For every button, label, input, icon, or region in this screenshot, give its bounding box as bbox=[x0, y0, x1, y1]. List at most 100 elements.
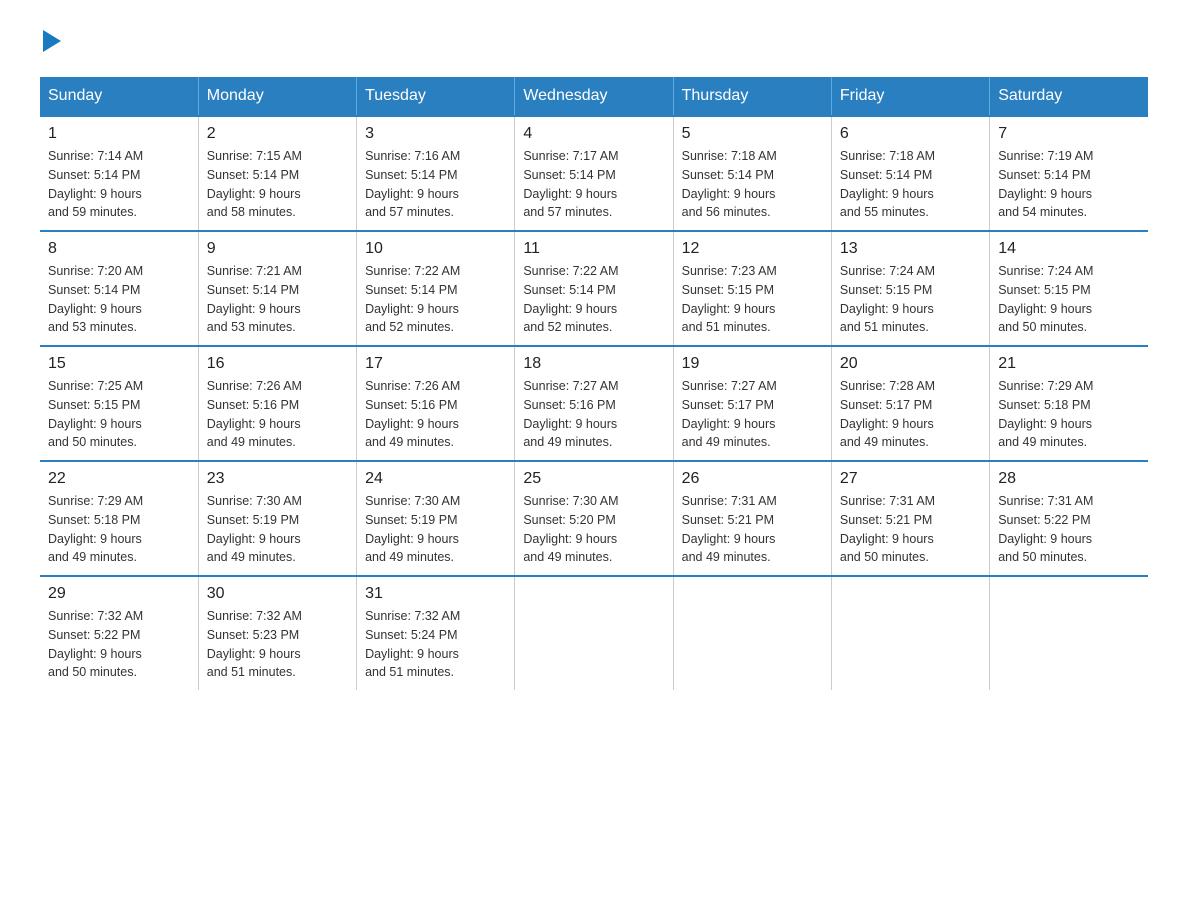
week-row-1: 1 Sunrise: 7:14 AM Sunset: 5:14 PM Dayli… bbox=[40, 116, 1148, 231]
day-cell: 5 Sunrise: 7:18 AM Sunset: 5:14 PM Dayli… bbox=[673, 116, 831, 231]
header-cell-monday: Monday bbox=[198, 77, 356, 116]
day-number: 20 bbox=[840, 355, 981, 373]
header-cell-sunday: Sunday bbox=[40, 77, 198, 116]
week-row-4: 22 Sunrise: 7:29 AM Sunset: 5:18 PM Dayl… bbox=[40, 461, 1148, 576]
day-number: 1 bbox=[48, 125, 190, 143]
header-row: SundayMondayTuesdayWednesdayThursdayFrid… bbox=[40, 77, 1148, 116]
day-info: Sunrise: 7:18 AM Sunset: 5:14 PM Dayligh… bbox=[840, 147, 981, 222]
day-number: 6 bbox=[840, 125, 981, 143]
week-row-2: 8 Sunrise: 7:20 AM Sunset: 5:14 PM Dayli… bbox=[40, 231, 1148, 346]
day-info: Sunrise: 7:27 AM Sunset: 5:17 PM Dayligh… bbox=[682, 377, 823, 452]
logo-triangle-icon bbox=[43, 30, 61, 52]
header-cell-thursday: Thursday bbox=[673, 77, 831, 116]
day-number: 12 bbox=[682, 240, 823, 258]
day-info: Sunrise: 7:31 AM Sunset: 5:22 PM Dayligh… bbox=[998, 492, 1140, 567]
day-info: Sunrise: 7:15 AM Sunset: 5:14 PM Dayligh… bbox=[207, 147, 348, 222]
day-cell: 14 Sunrise: 7:24 AM Sunset: 5:15 PM Dayl… bbox=[990, 231, 1148, 346]
day-cell: 28 Sunrise: 7:31 AM Sunset: 5:22 PM Dayl… bbox=[990, 461, 1148, 576]
day-cell: 30 Sunrise: 7:32 AM Sunset: 5:23 PM Dayl… bbox=[198, 576, 356, 690]
day-cell: 15 Sunrise: 7:25 AM Sunset: 5:15 PM Dayl… bbox=[40, 346, 198, 461]
day-info: Sunrise: 7:29 AM Sunset: 5:18 PM Dayligh… bbox=[998, 377, 1140, 452]
day-number: 31 bbox=[365, 585, 506, 603]
day-cell bbox=[831, 576, 989, 690]
day-info: Sunrise: 7:23 AM Sunset: 5:15 PM Dayligh… bbox=[682, 262, 823, 337]
week-row-5: 29 Sunrise: 7:32 AM Sunset: 5:22 PM Dayl… bbox=[40, 576, 1148, 690]
day-cell: 1 Sunrise: 7:14 AM Sunset: 5:14 PM Dayli… bbox=[40, 116, 198, 231]
day-number: 5 bbox=[682, 125, 823, 143]
day-info: Sunrise: 7:26 AM Sunset: 5:16 PM Dayligh… bbox=[207, 377, 348, 452]
day-info: Sunrise: 7:31 AM Sunset: 5:21 PM Dayligh… bbox=[840, 492, 981, 567]
day-number: 3 bbox=[365, 125, 506, 143]
day-cell: 13 Sunrise: 7:24 AM Sunset: 5:15 PM Dayl… bbox=[831, 231, 989, 346]
week-row-3: 15 Sunrise: 7:25 AM Sunset: 5:15 PM Dayl… bbox=[40, 346, 1148, 461]
calendar-table: SundayMondayTuesdayWednesdayThursdayFrid… bbox=[40, 77, 1148, 690]
day-info: Sunrise: 7:32 AM Sunset: 5:22 PM Dayligh… bbox=[48, 607, 190, 682]
day-cell: 4 Sunrise: 7:17 AM Sunset: 5:14 PM Dayli… bbox=[515, 116, 673, 231]
day-cell: 31 Sunrise: 7:32 AM Sunset: 5:24 PM Dayl… bbox=[357, 576, 515, 690]
day-info: Sunrise: 7:27 AM Sunset: 5:16 PM Dayligh… bbox=[523, 377, 664, 452]
day-info: Sunrise: 7:32 AM Sunset: 5:24 PM Dayligh… bbox=[365, 607, 506, 682]
day-number: 29 bbox=[48, 585, 190, 603]
day-info: Sunrise: 7:24 AM Sunset: 5:15 PM Dayligh… bbox=[998, 262, 1140, 337]
day-number: 15 bbox=[48, 355, 190, 373]
day-cell: 3 Sunrise: 7:16 AM Sunset: 5:14 PM Dayli… bbox=[357, 116, 515, 231]
logo bbox=[40, 30, 61, 57]
header-cell-wednesday: Wednesday bbox=[515, 77, 673, 116]
day-info: Sunrise: 7:20 AM Sunset: 5:14 PM Dayligh… bbox=[48, 262, 190, 337]
day-cell: 8 Sunrise: 7:20 AM Sunset: 5:14 PM Dayli… bbox=[40, 231, 198, 346]
day-cell: 18 Sunrise: 7:27 AM Sunset: 5:16 PM Dayl… bbox=[515, 346, 673, 461]
day-cell: 29 Sunrise: 7:32 AM Sunset: 5:22 PM Dayl… bbox=[40, 576, 198, 690]
page-header bbox=[40, 30, 1148, 57]
day-cell: 6 Sunrise: 7:18 AM Sunset: 5:14 PM Dayli… bbox=[831, 116, 989, 231]
day-number: 2 bbox=[207, 125, 348, 143]
day-cell: 16 Sunrise: 7:26 AM Sunset: 5:16 PM Dayl… bbox=[198, 346, 356, 461]
day-cell bbox=[673, 576, 831, 690]
day-number: 10 bbox=[365, 240, 506, 258]
day-cell bbox=[990, 576, 1148, 690]
day-number: 24 bbox=[365, 470, 506, 488]
day-number: 26 bbox=[682, 470, 823, 488]
day-info: Sunrise: 7:30 AM Sunset: 5:20 PM Dayligh… bbox=[523, 492, 664, 567]
day-cell: 12 Sunrise: 7:23 AM Sunset: 5:15 PM Dayl… bbox=[673, 231, 831, 346]
header-cell-friday: Friday bbox=[831, 77, 989, 116]
day-cell: 19 Sunrise: 7:27 AM Sunset: 5:17 PM Dayl… bbox=[673, 346, 831, 461]
day-cell: 25 Sunrise: 7:30 AM Sunset: 5:20 PM Dayl… bbox=[515, 461, 673, 576]
day-info: Sunrise: 7:24 AM Sunset: 5:15 PM Dayligh… bbox=[840, 262, 981, 337]
day-info: Sunrise: 7:30 AM Sunset: 5:19 PM Dayligh… bbox=[207, 492, 348, 567]
day-cell bbox=[515, 576, 673, 690]
day-number: 27 bbox=[840, 470, 981, 488]
day-cell: 27 Sunrise: 7:31 AM Sunset: 5:21 PM Dayl… bbox=[831, 461, 989, 576]
day-cell: 26 Sunrise: 7:31 AM Sunset: 5:21 PM Dayl… bbox=[673, 461, 831, 576]
day-info: Sunrise: 7:31 AM Sunset: 5:21 PM Dayligh… bbox=[682, 492, 823, 567]
day-number: 4 bbox=[523, 125, 664, 143]
day-cell: 9 Sunrise: 7:21 AM Sunset: 5:14 PM Dayli… bbox=[198, 231, 356, 346]
day-number: 8 bbox=[48, 240, 190, 258]
day-number: 13 bbox=[840, 240, 981, 258]
day-info: Sunrise: 7:32 AM Sunset: 5:23 PM Dayligh… bbox=[207, 607, 348, 682]
day-number: 9 bbox=[207, 240, 348, 258]
day-info: Sunrise: 7:16 AM Sunset: 5:14 PM Dayligh… bbox=[365, 147, 506, 222]
day-cell: 24 Sunrise: 7:30 AM Sunset: 5:19 PM Dayl… bbox=[357, 461, 515, 576]
day-number: 14 bbox=[998, 240, 1140, 258]
day-info: Sunrise: 7:18 AM Sunset: 5:14 PM Dayligh… bbox=[682, 147, 823, 222]
day-cell: 10 Sunrise: 7:22 AM Sunset: 5:14 PM Dayl… bbox=[357, 231, 515, 346]
day-number: 23 bbox=[207, 470, 348, 488]
day-number: 11 bbox=[523, 240, 664, 258]
day-number: 22 bbox=[48, 470, 190, 488]
day-cell: 17 Sunrise: 7:26 AM Sunset: 5:16 PM Dayl… bbox=[357, 346, 515, 461]
day-info: Sunrise: 7:26 AM Sunset: 5:16 PM Dayligh… bbox=[365, 377, 506, 452]
day-number: 25 bbox=[523, 470, 664, 488]
day-number: 16 bbox=[207, 355, 348, 373]
day-cell: 22 Sunrise: 7:29 AM Sunset: 5:18 PM Dayl… bbox=[40, 461, 198, 576]
day-number: 18 bbox=[523, 355, 664, 373]
day-info: Sunrise: 7:14 AM Sunset: 5:14 PM Dayligh… bbox=[48, 147, 190, 222]
day-number: 19 bbox=[682, 355, 823, 373]
day-number: 28 bbox=[998, 470, 1140, 488]
day-info: Sunrise: 7:28 AM Sunset: 5:17 PM Dayligh… bbox=[840, 377, 981, 452]
header-cell-tuesday: Tuesday bbox=[357, 77, 515, 116]
day-number: 17 bbox=[365, 355, 506, 373]
day-info: Sunrise: 7:21 AM Sunset: 5:14 PM Dayligh… bbox=[207, 262, 348, 337]
day-info: Sunrise: 7:19 AM Sunset: 5:14 PM Dayligh… bbox=[998, 147, 1140, 222]
header-cell-saturday: Saturday bbox=[990, 77, 1148, 116]
day-info: Sunrise: 7:29 AM Sunset: 5:18 PM Dayligh… bbox=[48, 492, 190, 567]
